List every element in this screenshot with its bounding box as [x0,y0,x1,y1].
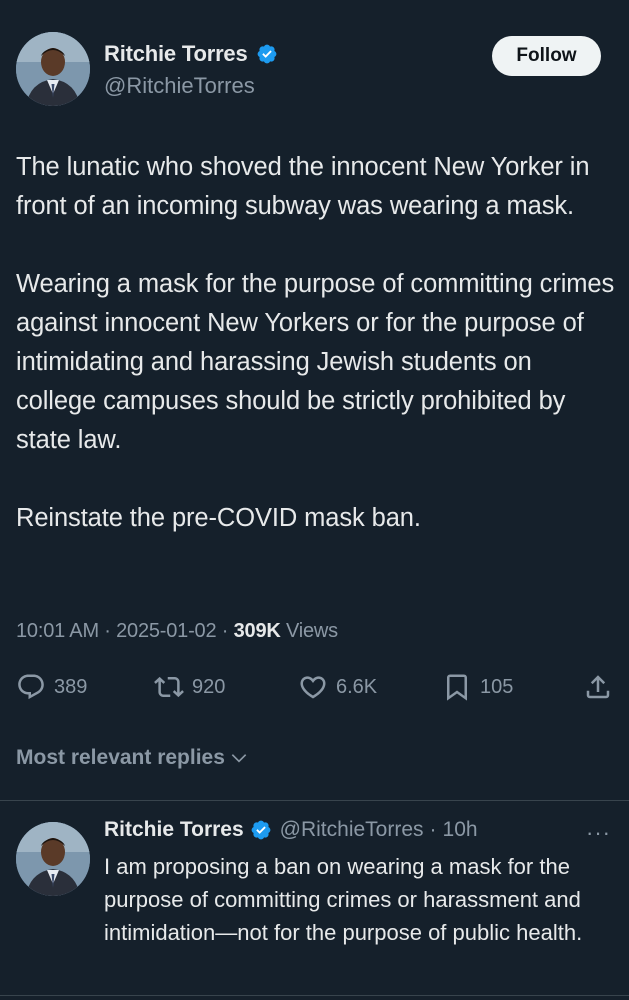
heart-icon [300,676,326,699]
repost-count: 920 [192,675,226,698]
reply-time[interactable]: 10h [443,818,478,842]
author-handle[interactable]: @RitchieTorres [104,73,255,99]
follow-button[interactable]: Follow [492,36,601,76]
bookmark-icon [447,674,467,701]
meta-separator: · [221,620,229,642]
author-name-row: Ritchie Torres [104,41,278,67]
share-icon [586,675,610,699]
avatar-image [16,32,90,106]
reply-count: 389 [54,675,88,698]
bookmark-button[interactable]: 105 [442,672,513,702]
verified-badge-icon[interactable] [250,819,272,841]
tweet-header: Ritchie Torres @RitchieTorres Follow [16,32,601,110]
tweet-time[interactable]: 10:01 AM [16,620,99,642]
reply-button[interactable]: 389 [16,672,87,702]
meta-separator: · [104,620,111,642]
reply-icon [18,674,44,700]
tweet-paragraph: Wearing a mask for the purpose of commit… [16,270,615,454]
reply-separator: · [429,818,437,841]
reply-header: Ritchie Torres @RitchieTorres · 10h [104,818,478,842]
reply-avatar[interactable] [16,822,90,896]
like-count: 6.6K [336,675,378,698]
views-count[interactable]: 309K [234,620,281,642]
reply-handle[interactable]: @RitchieTorres [280,818,424,842]
avatar[interactable] [16,32,90,106]
divider [0,995,629,996]
tweet-paragraph: The lunatic who shoved the innocent New … [16,153,590,220]
tweet-meta: 10:01 AM · 2025-01-02 · 309K Views [16,620,338,643]
like-button[interactable]: 6.6K [298,672,377,702]
more-icon[interactable]: ··· [586,820,611,846]
views-label: Views [285,620,338,642]
author-display-name[interactable]: Ritchie Torres [104,41,248,67]
tweet-actions: 389 920 6.6K 105 [16,672,613,712]
tweet-date[interactable]: 2025-01-02 [116,620,217,642]
repost-button[interactable]: 920 [154,672,225,702]
bookmark-count: 105 [480,675,514,698]
reply-display-name[interactable]: Ritchie Torres [104,818,244,842]
repost-icon [154,676,184,698]
chevron-down-icon [231,754,247,763]
share-button[interactable] [583,672,613,702]
replies-sort-dropdown[interactable]: Most relevant replies [16,746,249,770]
tweet-detail-page: Ritchie Torres @RitchieTorres Follow The… [0,0,629,1000]
divider [0,800,629,801]
tweet-text: The lunatic who shoved the innocent New … [16,148,616,538]
tweet-paragraph: Reinstate the pre-COVID mask ban. [16,504,421,532]
replies-sort-label: Most relevant replies [16,746,225,769]
verified-badge-icon[interactable] [256,43,278,65]
reply-text: I am proposing a ban on wearing a mask f… [104,854,583,945]
reply-avatar-image [16,822,90,896]
